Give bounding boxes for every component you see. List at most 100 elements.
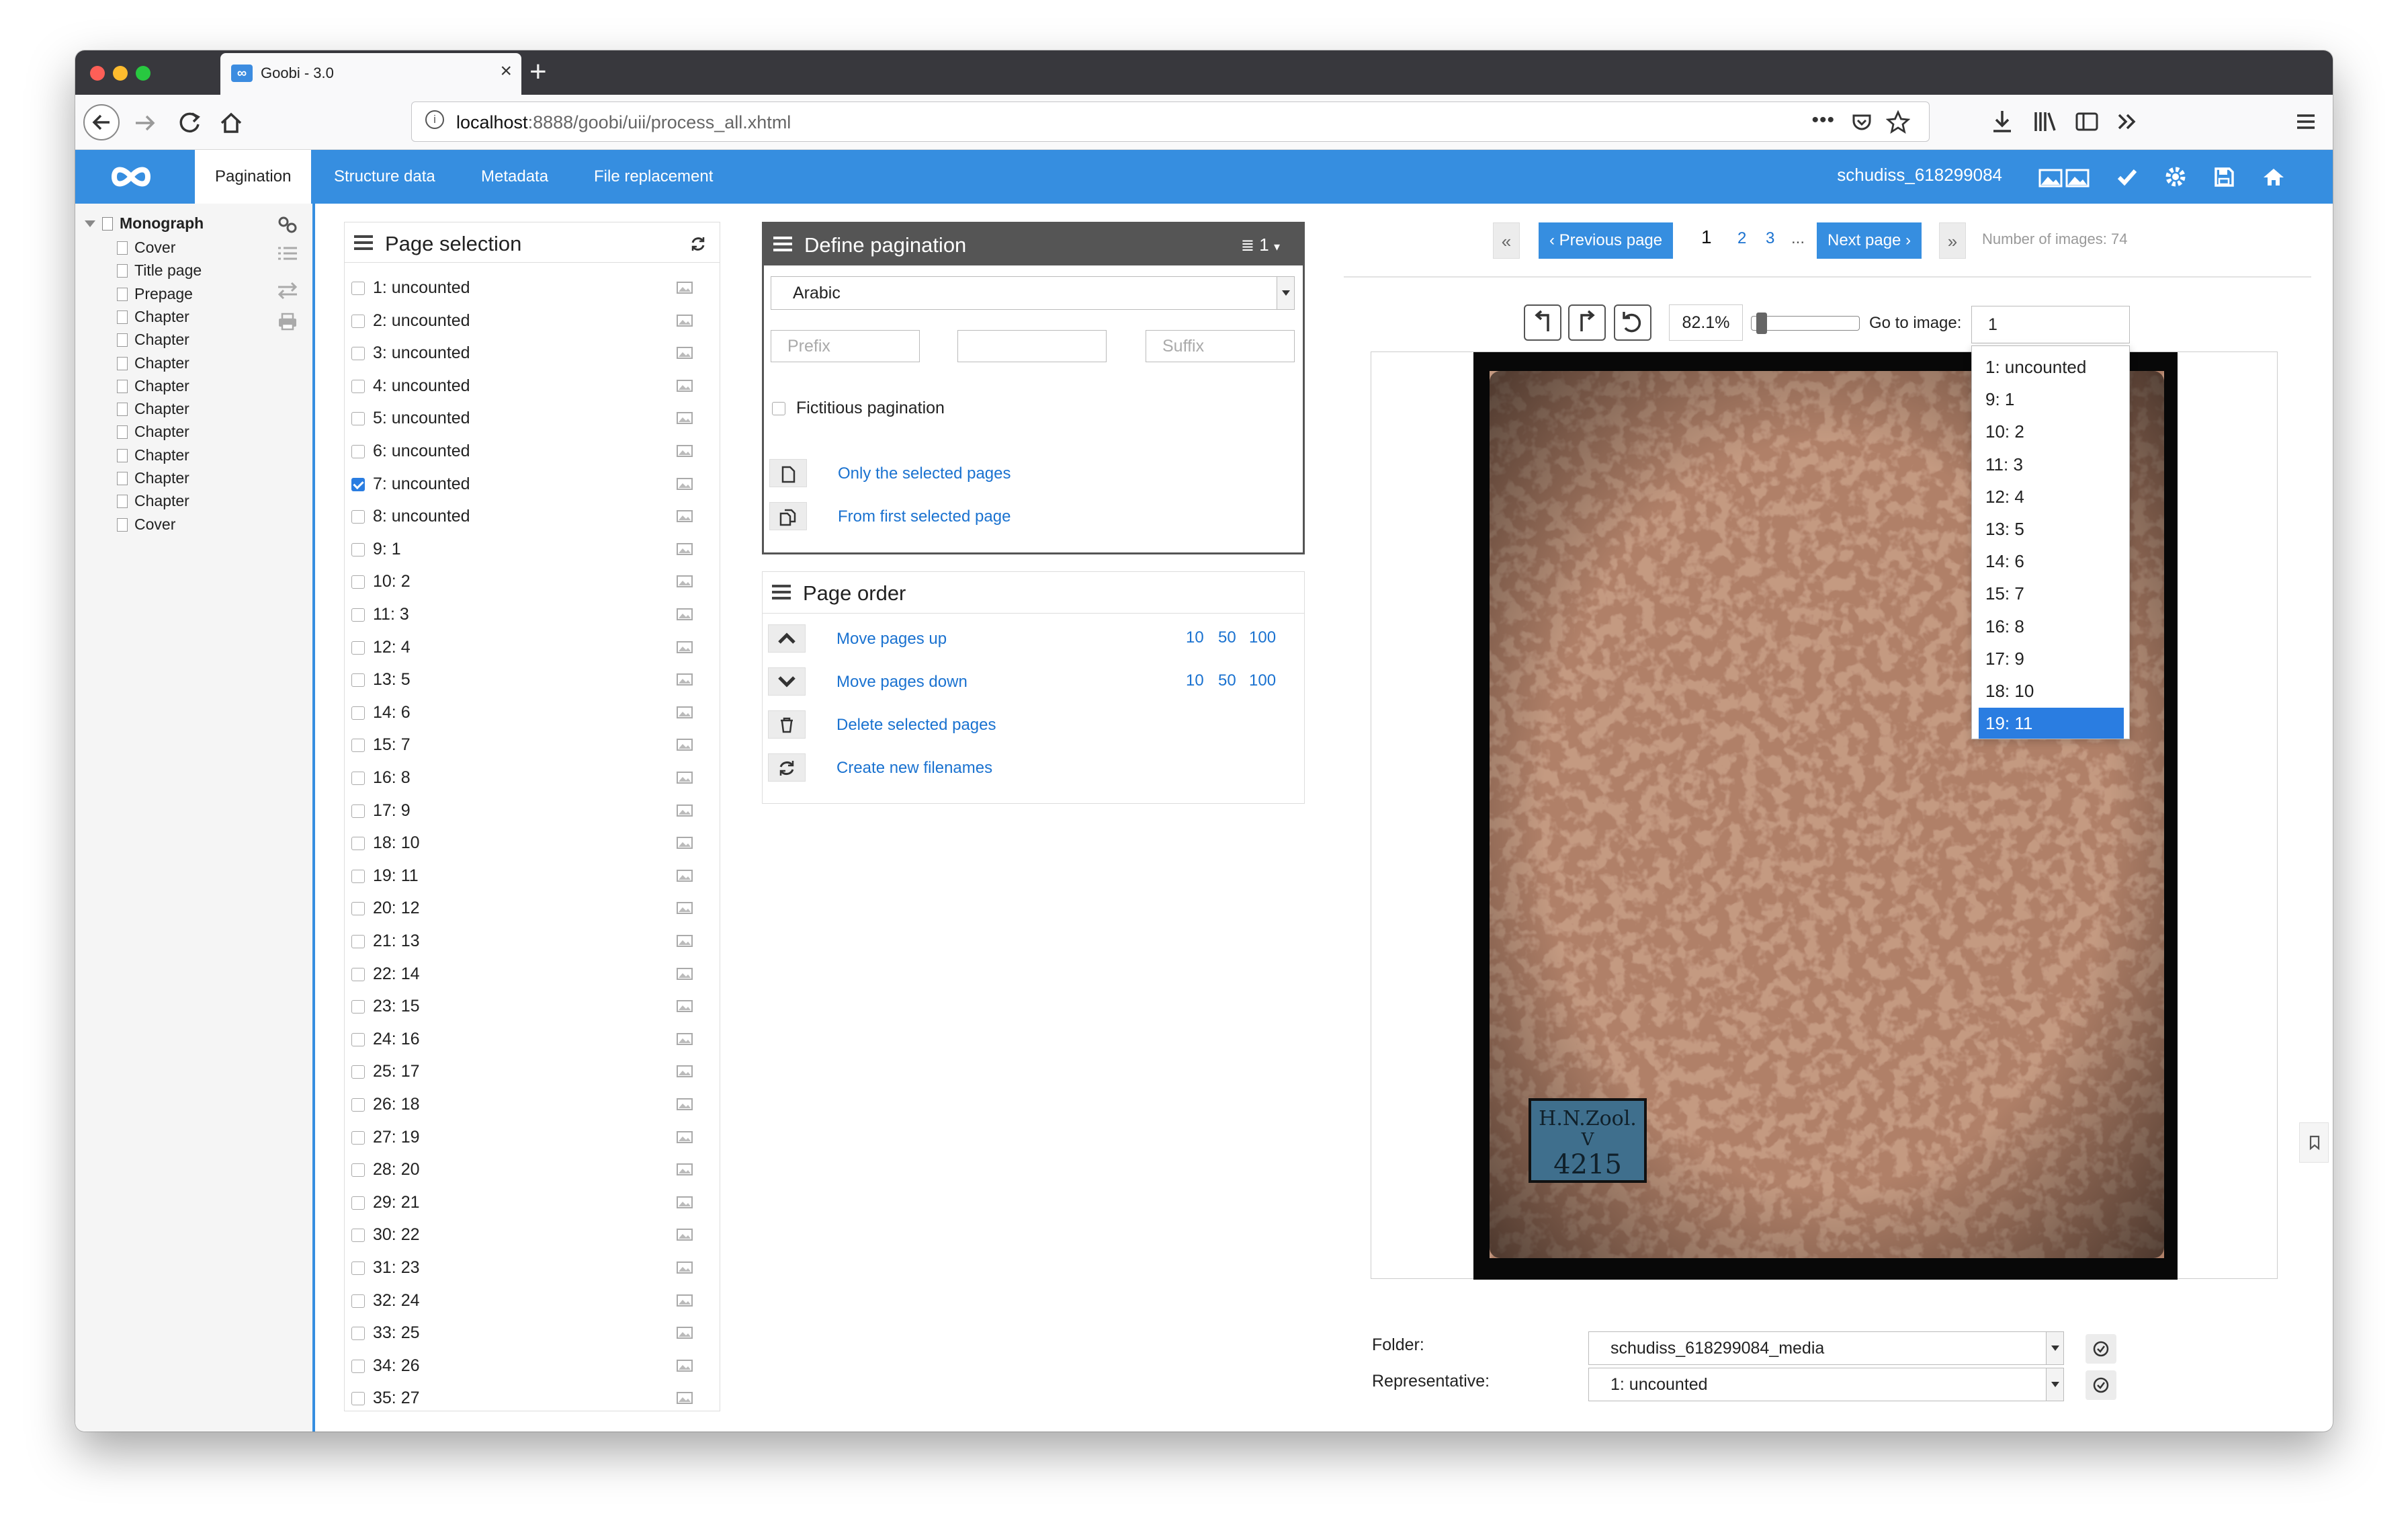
- image-thumbnail-icon[interactable]: [677, 575, 693, 588]
- start-value-input[interactable]: [957, 330, 1107, 362]
- from-first-selected-icon-button[interactable]: [769, 502, 807, 530]
- image-thumbnail-icon[interactable]: [677, 706, 693, 718]
- suffix-input[interactable]: Suffix: [1146, 330, 1295, 362]
- page-checkbox[interactable]: [351, 967, 365, 981]
- move-down-50[interactable]: 50: [1218, 671, 1236, 690]
- page-row[interactable]: 29: 21: [351, 1190, 707, 1216]
- page-checkbox[interactable]: [351, 935, 365, 948]
- create-new-filenames-link[interactable]: Create new filenames: [836, 759, 992, 778]
- tree-node[interactable]: Chapter: [117, 492, 189, 510]
- image-thumbnail-icon[interactable]: [677, 837, 693, 850]
- goto-image-dropdown[interactable]: 1: uncounted 9: 1 10: 2 11: 3 12: 4 13: 5 14: …: [1971, 345, 2130, 739]
- tree-node[interactable]: Chapter: [117, 469, 189, 487]
- representative-apply-button[interactable]: [2086, 1370, 2116, 1400]
- image-thumbnail-icon[interactable]: [677, 282, 693, 294]
- page-row[interactable]: 32: 24: [351, 1288, 707, 1315]
- pagination-page-2[interactable]: 2: [1737, 229, 1746, 248]
- forward-button[interactable]: [132, 110, 159, 136]
- tree-node[interactable]: Chapter: [117, 400, 189, 418]
- image-thumbnail-icon[interactable]: [677, 967, 693, 980]
- image-thumbnail-icon[interactable]: [677, 1065, 693, 1078]
- page-row[interactable]: 10: 2: [351, 569, 707, 595]
- fictitious-pagination-checkbox[interactable]: [772, 402, 785, 415]
- tab-structure-data[interactable]: Structure data: [314, 150, 456, 204]
- page-checkbox[interactable]: [351, 1098, 365, 1112]
- tree-node[interactable]: Prepage: [117, 285, 193, 303]
- zoom-slider-handle[interactable]: [1756, 313, 1767, 334]
- page-checkbox[interactable]: [351, 640, 365, 655]
- image-thumbnail-icon[interactable]: [677, 869, 693, 882]
- move-pages-down-link[interactable]: Move pages down: [836, 673, 968, 692]
- image-thumbnail-icon[interactable]: [677, 902, 693, 915]
- sidebar-toggle-icon[interactable]: [2073, 108, 2100, 135]
- page-row[interactable]: 8: uncounted: [351, 503, 707, 530]
- page-checkbox[interactable]: [351, 1065, 365, 1079]
- tab-metadata[interactable]: Metadata: [461, 150, 568, 204]
- goobi-logo[interactable]: [75, 150, 195, 204]
- goto-option[interactable]: 11: 3: [1979, 449, 2124, 480]
- image-thumbnail-icon[interactable]: [677, 1261, 693, 1274]
- move-down-icon-button[interactable]: [768, 667, 806, 696]
- goto-option[interactable]: 15: 7: [1979, 578, 2124, 609]
- from-first-selected-page-link[interactable]: From first selected page: [838, 507, 1010, 526]
- last-page-icon[interactable]: »: [1939, 222, 1966, 259]
- page-row[interactable]: 24: 16: [351, 1026, 707, 1053]
- only-selected-pages-icon-button[interactable]: [769, 459, 807, 487]
- pocket-icon[interactable]: [1851, 112, 1873, 133]
- delete-icon-button[interactable]: [768, 710, 806, 739]
- page-checkbox[interactable]: [351, 379, 365, 393]
- image-thumbnail-icon[interactable]: [677, 935, 693, 947]
- goto-option[interactable]: 17: 9: [1979, 643, 2124, 674]
- tree-node[interactable]: Chapter: [117, 331, 189, 349]
- image-thumbnail-icon[interactable]: [677, 673, 693, 686]
- zoom-slider[interactable]: [1751, 313, 1860, 334]
- page-checkbox[interactable]: [351, 314, 365, 328]
- pagination-page-3[interactable]: 3: [1766, 229, 1774, 248]
- link-chain-icon[interactable]: [275, 214, 300, 235]
- page-row[interactable]: 13: 5: [351, 667, 707, 694]
- page-selection-menu-icon[interactable]: [354, 235, 373, 250]
- move-pages-up-link[interactable]: Move pages up: [836, 630, 947, 649]
- page-row[interactable]: 12: 4: [351, 634, 707, 661]
- page-row[interactable]: 21: 13: [351, 928, 707, 955]
- image-thumbnail-icon[interactable]: [677, 1392, 693, 1405]
- image-thumbnail-icon[interactable]: [677, 1163, 693, 1176]
- page-row[interactable]: 33: 25: [351, 1320, 707, 1347]
- page-checkbox[interactable]: [351, 1261, 365, 1275]
- goto-option[interactable]: 1: uncounted: [1979, 351, 2124, 382]
- list-view-icon[interactable]: [275, 244, 300, 264]
- page-checkbox[interactable]: [351, 1163, 365, 1177]
- rotate-left-button[interactable]: [1524, 304, 1561, 341]
- print-icon[interactable]: [275, 311, 300, 331]
- page-checkbox[interactable]: [351, 510, 365, 524]
- next-page-button[interactable]: Next page ›: [1817, 222, 1922, 259]
- goto-option[interactable]: 14: 6: [1979, 546, 2124, 577]
- image-thumbnail-icon[interactable]: [677, 772, 693, 784]
- page-checkbox[interactable]: [351, 282, 365, 295]
- move-down-100[interactable]: 100: [1249, 671, 1276, 690]
- page-checkbox[interactable]: [351, 542, 365, 556]
- browser-tab[interactable]: ∞ Goobi - 3.0 ×: [220, 53, 521, 95]
- page-checkbox[interactable]: [351, 1032, 365, 1046]
- page-row[interactable]: 25: 17: [351, 1059, 707, 1085]
- swap-arrows-icon[interactable]: [275, 280, 300, 300]
- page-checkbox[interactable]: [351, 412, 365, 426]
- page-row[interactable]: 19: 11: [351, 863, 707, 890]
- goto-option[interactable]: 13: 5: [1979, 513, 2124, 544]
- image-thumbnail-icon[interactable]: [677, 1098, 693, 1110]
- image-thumbnail-icon[interactable]: [677, 477, 693, 490]
- tab-file-replacement[interactable]: File replacement: [574, 150, 733, 204]
- representative-select[interactable]: 1: uncounted: [1588, 1368, 2064, 1401]
- page-order-menu-icon[interactable]: [772, 585, 791, 599]
- page-checkbox[interactable]: [351, 673, 365, 688]
- tab-pagination[interactable]: Pagination: [195, 150, 312, 204]
- image-thumbnail-icon[interactable]: [677, 1229, 693, 1241]
- only-selected-pages-link[interactable]: Only the selected pages: [838, 464, 1011, 483]
- page-row[interactable]: 11: 3: [351, 602, 707, 628]
- tree-node[interactable]: Cover: [117, 239, 175, 257]
- home-icon[interactable]: [218, 110, 245, 136]
- new-filenames-icon-button[interactable]: [768, 753, 806, 782]
- page-row[interactable]: 3: uncounted: [351, 340, 707, 367]
- overflow-chevrons-icon[interactable]: [2114, 108, 2141, 135]
- refresh-icon[interactable]: [690, 236, 706, 252]
